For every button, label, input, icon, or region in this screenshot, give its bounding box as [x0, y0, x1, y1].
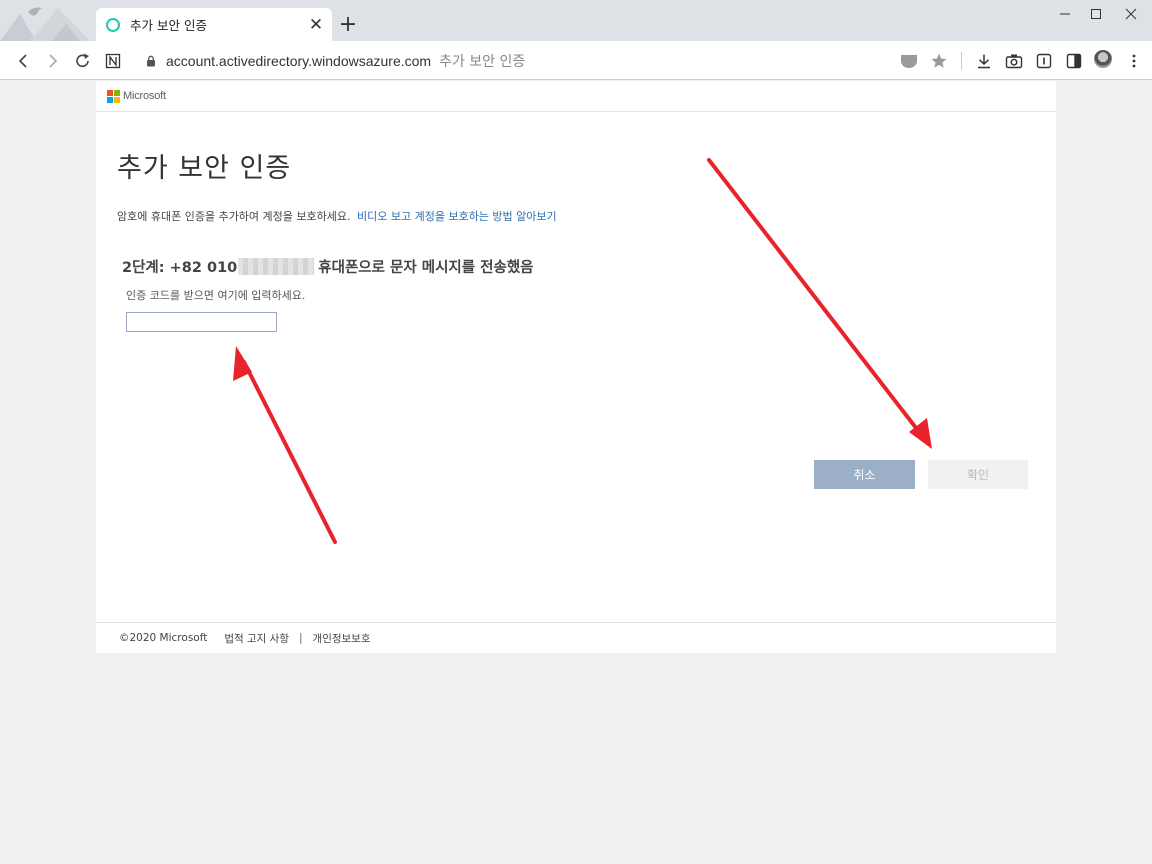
- browser-theme-decoration: [0, 0, 100, 41]
- video-help-link[interactable]: 비디오 보고 계정을 보호하는 방법 알아보기: [357, 210, 557, 223]
- url-page-title: 추가 보안 인증: [439, 54, 526, 70]
- masked-phone-number: [238, 258, 315, 275]
- browser-toolbar: account.activedirectory.windowsazure.com…: [0, 41, 1152, 80]
- tab-title: 추가 보안 인증: [130, 18, 207, 33]
- forward-icon[interactable]: [41, 49, 65, 73]
- url-host: account.activedirectory.windowsazure.com: [166, 53, 432, 69]
- step-suffix: 휴대폰으로 문자 메시지를 전송했음: [318, 260, 534, 276]
- page-favicon-icon: [106, 17, 120, 32]
- microsoft-header: Microsoft: [96, 81, 1056, 112]
- privacy-link[interactable]: 개인정보보호: [313, 631, 371, 646]
- step-prefix: 2단계: +82 010: [122, 260, 238, 276]
- microsoft-logo-icon: [107, 89, 120, 103]
- address-bar[interactable]: account.activedirectory.windowsazure.com…: [146, 50, 525, 72]
- close-tab-icon[interactable]: ✕: [306, 15, 326, 35]
- active-tab[interactable]: 추가 보안 인증 ✕: [96, 8, 332, 41]
- tab-strip: 추가 보안 인증 ✕ +: [0, 0, 1152, 41]
- minimize-icon[interactable]: [1050, 3, 1080, 25]
- page-title: 추가 보안 인증: [117, 153, 292, 184]
- toolbar-separator: [961, 52, 962, 70]
- intro-text: 암호에 휴대폰 인증을 추가하여 계정을 보호하세요. 비디오 보고 계정을 보…: [117, 208, 557, 224]
- footer-separator: |: [298, 632, 303, 644]
- download-icon[interactable]: [972, 49, 996, 73]
- step-heading: 2단계: +82 010 휴대폰으로 문자 메시지를 전송했음: [122, 256, 534, 277]
- back-icon[interactable]: [11, 49, 35, 73]
- pocket-shield-icon[interactable]: [897, 49, 921, 73]
- cancel-button[interactable]: 취소: [814, 460, 915, 489]
- info-panel-icon[interactable]: [1032, 49, 1056, 73]
- menu-kebab-icon[interactable]: [1122, 49, 1146, 73]
- intro-description: 암호에 휴대폰 인증을 추가하여 계정을 보호하세요.: [117, 210, 351, 223]
- screenshot-camera-icon[interactable]: [1002, 49, 1026, 73]
- page-footer: ©2020 Microsoft 법적 고지 사항 | 개인정보보호: [96, 622, 1056, 653]
- copyright-text: ©2020 Microsoft: [119, 632, 208, 644]
- reload-icon[interactable]: [71, 49, 95, 73]
- verification-code-input[interactable]: [126, 312, 277, 332]
- maximize-icon[interactable]: [1081, 3, 1111, 25]
- bookmark-star-icon[interactable]: [927, 49, 951, 73]
- user-avatar[interactable]: [1094, 50, 1112, 68]
- lock-icon: [146, 52, 156, 71]
- new-tab-button[interactable]: +: [336, 12, 360, 37]
- brand-name: Microsoft: [123, 90, 166, 102]
- close-window-icon[interactable]: [1116, 3, 1146, 25]
- legal-notice-link[interactable]: 법적 고지 사항: [224, 631, 289, 646]
- sidebar-toggle-icon[interactable]: [1062, 49, 1086, 73]
- code-instruction: 인증 코드를 받으면 여기에 입력하세요.: [126, 289, 306, 302]
- page-content: Microsoft 추가 보안 인증 암호에 휴대폰 인증을 추가하여 계정을 …: [96, 81, 1056, 653]
- confirm-button[interactable]: 확인: [928, 460, 1028, 489]
- reader-mode-icon[interactable]: [101, 49, 125, 73]
